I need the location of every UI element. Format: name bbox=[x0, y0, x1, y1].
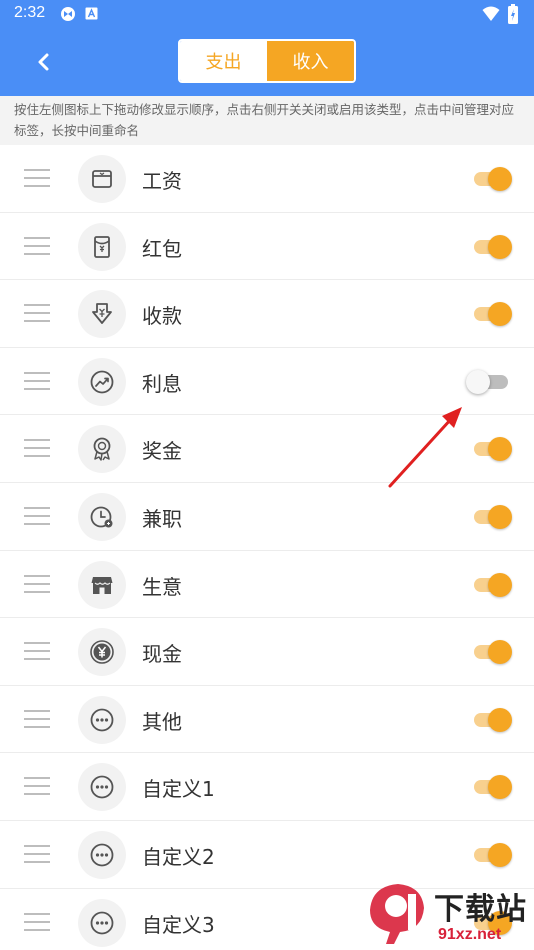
a-box-icon bbox=[85, 7, 98, 20]
chevron-left-icon bbox=[38, 53, 49, 71]
category-row[interactable]: 红包 bbox=[0, 213, 534, 281]
watermark-domain: 91xz.net bbox=[438, 926, 502, 943]
category-toggle[interactable] bbox=[472, 167, 512, 191]
category-label[interactable]: 红包 bbox=[142, 233, 182, 262]
category-label[interactable]: 生意 bbox=[142, 571, 182, 600]
category-label[interactable]: 兼职 bbox=[142, 503, 182, 532]
category-icon-circle[interactable] bbox=[78, 695, 126, 744]
watermark-title: 下载站 bbox=[434, 892, 527, 927]
category-label[interactable]: 自定义2 bbox=[142, 841, 215, 870]
wallet-icon bbox=[92, 170, 112, 188]
clock-icon bbox=[90, 506, 113, 528]
type-segmented-control: 支出 收入 bbox=[178, 39, 356, 83]
category-toggle[interactable] bbox=[472, 707, 512, 732]
app-notification-icon bbox=[61, 7, 75, 21]
drag-handle-icon[interactable] bbox=[24, 777, 50, 797]
more-dots-icon bbox=[90, 911, 114, 934]
category-row[interactable]: 自定义1 bbox=[0, 753, 534, 821]
more-dots-icon bbox=[90, 843, 114, 867]
toggle-thumb bbox=[488, 572, 512, 597]
drag-handle-icon[interactable] bbox=[24, 169, 50, 189]
toggle-thumb bbox=[488, 302, 512, 327]
drag-handle-icon[interactable] bbox=[24, 304, 50, 324]
category-toggle[interactable] bbox=[472, 640, 512, 665]
category-list: 工资红包收款利息奖金兼职生意现金其他自定义1 自定义2 自定义3 bbox=[0, 145, 534, 950]
category-icon-circle[interactable] bbox=[78, 560, 126, 609]
shop-icon bbox=[91, 576, 113, 594]
category-label[interactable]: 自定义1 bbox=[142, 773, 215, 802]
more-dots-icon bbox=[90, 708, 114, 732]
toggle-thumb bbox=[488, 842, 512, 867]
annotation-arrow bbox=[388, 407, 462, 488]
category-row[interactable]: 收款 bbox=[0, 280, 534, 348]
category-icon-circle[interactable] bbox=[78, 290, 126, 339]
category-label[interactable]: 自定义3 bbox=[142, 909, 215, 938]
watermark: 下载站 91xz.net bbox=[364, 878, 534, 950]
toggle-thumb bbox=[488, 707, 512, 732]
category-toggle[interactable] bbox=[466, 369, 512, 394]
category-icon-circle[interactable] bbox=[78, 763, 126, 812]
toggle-thumb bbox=[488, 167, 512, 191]
more-dots-icon bbox=[90, 775, 114, 799]
back-button[interactable] bbox=[22, 46, 66, 78]
instruction-hint: 按住左侧图标上下拖动修改显示顺序，点击右侧开关关闭或启用该类型，点击中间管理对应… bbox=[0, 96, 534, 145]
category-label[interactable]: 工资 bbox=[142, 165, 182, 194]
category-label[interactable]: 利息 bbox=[142, 368, 182, 397]
status-time: 2:32 bbox=[14, 4, 46, 21]
category-icon-circle[interactable] bbox=[78, 357, 126, 406]
tab-income[interactable]: 收入 bbox=[267, 41, 354, 81]
category-toggle[interactable] bbox=[472, 437, 512, 462]
drag-handle-icon[interactable] bbox=[24, 371, 50, 392]
drag-handle-icon[interactable] bbox=[24, 574, 50, 595]
category-icon-circle[interactable] bbox=[78, 492, 126, 541]
yen-coin-icon bbox=[90, 640, 114, 664]
toggle-thumb bbox=[466, 369, 490, 394]
category-toggle[interactable] bbox=[472, 234, 512, 259]
award-ribbon-icon bbox=[93, 437, 111, 462]
category-label[interactable]: 收款 bbox=[142, 300, 182, 329]
category-row[interactable]: 现金 bbox=[0, 618, 534, 686]
drag-handle-icon[interactable] bbox=[24, 236, 50, 257]
drag-handle-icon[interactable] bbox=[24, 642, 50, 662]
category-toggle[interactable] bbox=[472, 504, 512, 529]
category-row[interactable]: 生意 bbox=[0, 551, 534, 619]
toggle-thumb bbox=[488, 504, 512, 529]
toggle-thumb bbox=[488, 234, 512, 259]
drag-handle-icon[interactable] bbox=[24, 709, 50, 730]
category-icon-circle[interactable] bbox=[78, 898, 126, 947]
status-bar: 2:32 bbox=[0, 0, 534, 28]
category-icon-circle[interactable] bbox=[78, 155, 126, 203]
battery-icon bbox=[508, 4, 518, 24]
toggle-thumb bbox=[488, 775, 512, 800]
trend-up-icon bbox=[90, 370, 114, 394]
category-label[interactable]: 奖金 bbox=[142, 435, 182, 464]
category-toggle[interactable] bbox=[472, 572, 512, 597]
toggle-thumb bbox=[488, 437, 512, 462]
category-toggle[interactable] bbox=[472, 775, 512, 800]
drag-handle-icon[interactable] bbox=[24, 844, 50, 865]
watermark-logo-icon bbox=[370, 884, 424, 944]
drag-handle-icon[interactable] bbox=[24, 912, 50, 933]
category-icon-circle[interactable] bbox=[78, 830, 126, 879]
category-toggle[interactable] bbox=[472, 302, 512, 327]
drag-handle-icon[interactable] bbox=[24, 506, 50, 527]
category-icon-circle[interactable] bbox=[78, 628, 126, 677]
category-row[interactable]: 工资 bbox=[0, 145, 534, 213]
category-icon-circle[interactable] bbox=[78, 222, 126, 271]
category-label[interactable]: 现金 bbox=[142, 638, 182, 667]
category-icon-circle[interactable] bbox=[78, 425, 126, 474]
red-envelope-icon bbox=[94, 235, 110, 258]
receive-money-icon bbox=[92, 303, 112, 325]
category-label[interactable]: 其他 bbox=[142, 706, 182, 735]
category-row[interactable]: 其他 bbox=[0, 686, 534, 754]
wifi-icon bbox=[482, 6, 500, 21]
app-bar: 支出 收入 bbox=[0, 28, 534, 96]
drag-handle-icon[interactable] bbox=[24, 439, 50, 459]
toggle-thumb bbox=[488, 640, 512, 665]
category-toggle[interactable] bbox=[472, 842, 512, 867]
tab-expense[interactable]: 支出 bbox=[180, 41, 267, 81]
